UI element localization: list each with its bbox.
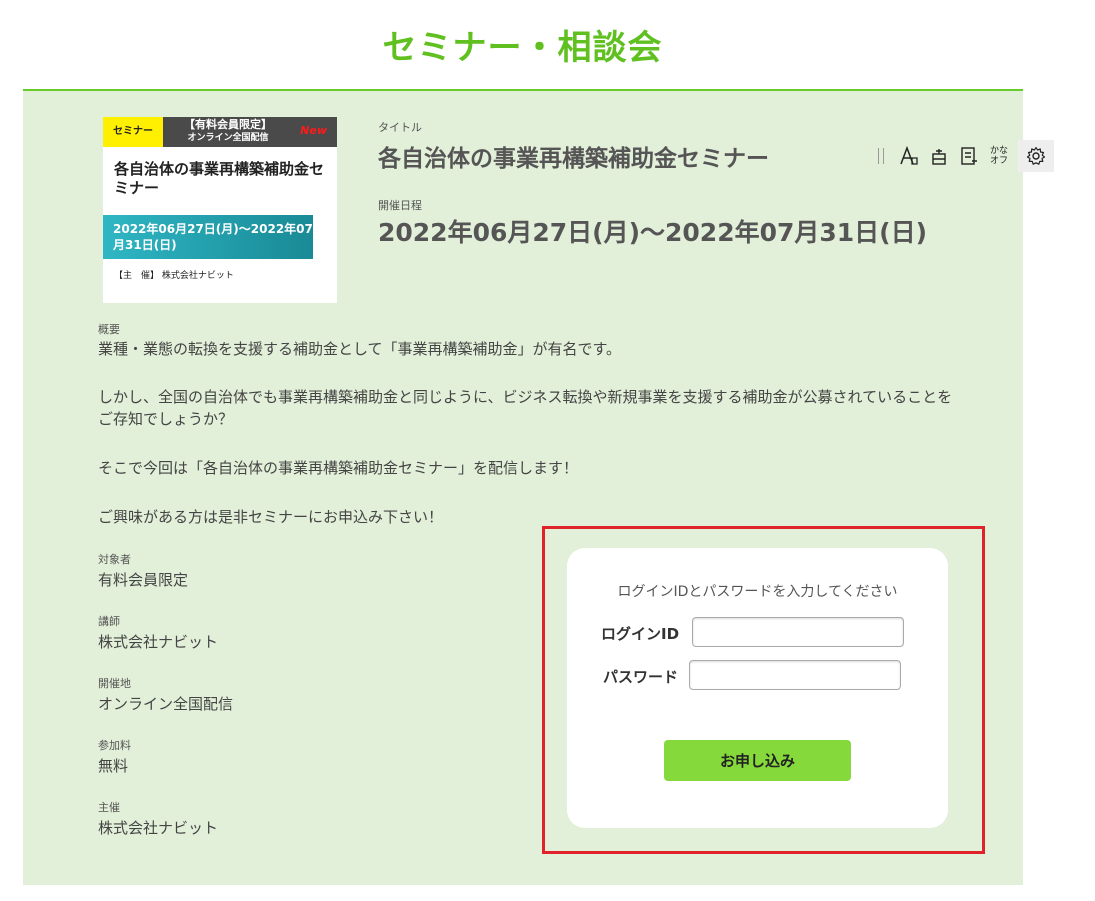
target-value: 有料会員限定: [98, 571, 189, 589]
target-label: 対象者: [98, 553, 131, 566]
settings-button[interactable]: [1018, 140, 1054, 172]
reading-ruler-icon[interactable]: [928, 145, 950, 167]
login-id-label: ログインID: [601, 625, 680, 643]
kana-toggle-line2: オフ: [989, 156, 1008, 166]
thumbnail-date: 2022年06月27日(月)〜2022年07月31日(日): [103, 215, 313, 259]
page-title: セミナー・相談会: [382, 28, 663, 68]
kana-toggle-line1: かな: [989, 146, 1008, 156]
apply-button[interactable]: お申し込み: [664, 740, 851, 781]
seminar-thumbnail: セミナー 【有料会員限定】 オンライン全国配信 New 各自治体の事業再構築補助…: [103, 117, 337, 303]
new-badge: New: [300, 124, 327, 137]
gear-icon: [1026, 146, 1046, 165]
login-instruction: ログインIDとパスワードを入力してください: [617, 584, 898, 600]
venue-value: オンライン全国配信: [98, 695, 234, 713]
thumbnail-limited: 【有料会員限定】: [184, 118, 272, 131]
summary-paragraph-4: ご興味がある方は是非セミナーにお申込み下さい！: [98, 508, 444, 526]
summary-label: 概要: [98, 323, 120, 336]
summary-paragraph-1: 業種・業態の転換を支援する補助金として「事業再構築補助金」が有名です。: [98, 340, 622, 358]
accessibility-toolbar: かな オフ: [878, 140, 1058, 172]
organizer-value: 株式会社ナビット: [98, 819, 219, 837]
title-label: タイトル: [378, 121, 422, 134]
fee-label: 参加料: [98, 739, 131, 752]
text-size-icon[interactable]: [898, 145, 920, 167]
thumbnail-online: オンライン全国配信: [187, 133, 269, 143]
toolbar-drag-handle[interactable]: [878, 148, 884, 164]
password-input[interactable]: [689, 660, 901, 690]
seminar-date: 2022年06月27日(月)〜2022年07月31日(日): [378, 218, 928, 247]
summary-paragraph-3: そこで今回は「各自治体の事業再構築補助金セミナー」を配信します！: [98, 459, 579, 477]
lecturer-label: 講師: [98, 615, 120, 628]
organizer-label: 主催: [98, 801, 120, 814]
thumbnail-tag: セミナー: [103, 117, 163, 147]
thumbnail-host: 【主 催】 株式会社ナビット: [114, 271, 234, 281]
summary-paragraph-2: しかし、全国の自治体でも事業再構築補助金と同じように、ビジネス転換や新規事業を支…: [98, 388, 953, 428]
thumbnail-title: 各自治体の事業再構築補助金セミナー: [114, 160, 325, 197]
login-form: ログインIDとパスワードを入力してください ログインID パスワード お申し込み: [567, 548, 948, 828]
lecturer-value: 株式会社ナビット: [98, 633, 219, 651]
password-label: パスワード: [603, 668, 679, 686]
fee-value: 無料: [98, 757, 129, 775]
read-aloud-icon[interactable]: [958, 145, 980, 167]
seminar-title: 各自治体の事業再構築補助金セミナー: [378, 146, 769, 172]
login-id-input[interactable]: [692, 617, 904, 647]
venue-label: 開催地: [98, 677, 131, 690]
date-label: 開催日程: [378, 199, 422, 212]
kana-toggle[interactable]: かな オフ: [988, 146, 1010, 166]
